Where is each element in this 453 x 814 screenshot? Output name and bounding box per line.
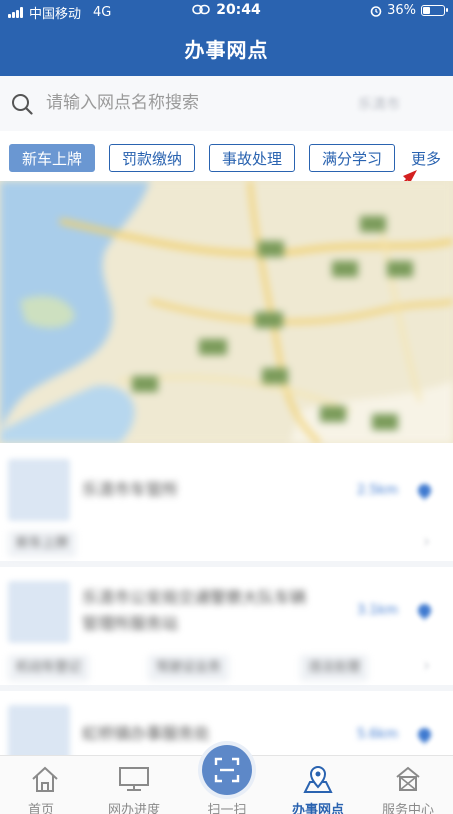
map-view[interactable] xyxy=(0,181,453,443)
nav-label: 办事网点 xyxy=(291,803,344,814)
outlet-thumbnail xyxy=(8,581,70,643)
link-icon xyxy=(192,4,211,15)
battery-icon xyxy=(421,5,448,16)
location-pin-icon xyxy=(415,481,434,500)
home-icon xyxy=(32,766,58,792)
tab-new-car-registration[interactable]: 新车上牌 xyxy=(9,144,95,172)
outlet-list: 乐清市车管所 2.5km 新车上牌 › 乐清市公安局交通警察大队车辆管理所服务站… xyxy=(0,443,453,755)
scan-icon xyxy=(214,757,240,783)
nav-label: 服务中心 xyxy=(381,803,434,814)
nav-outlets[interactable]: 办事网点 xyxy=(273,756,363,814)
outlet-distance: 5.6km xyxy=(357,727,398,742)
chevron-right-icon: › xyxy=(423,531,431,552)
search-bar: 乐清市 xyxy=(0,76,453,131)
service-chip: 驾驶证业务 xyxy=(148,655,230,681)
monitor-icon xyxy=(119,767,149,791)
network-type: 4G xyxy=(93,5,112,20)
page-title: 办事网点 xyxy=(184,38,269,62)
nav-home[interactable]: 首页 xyxy=(0,756,90,814)
search-icon xyxy=(12,94,33,115)
top-bar: 中国移动 4G 20:44 36% 办事网点 xyxy=(0,0,453,76)
search-input[interactable] xyxy=(46,88,346,118)
service-chip: 违法处理 xyxy=(300,655,369,681)
outlet-name: 乐清市公安局交通警察大队车辆管理所服务站 xyxy=(82,588,307,633)
nav-label: 扫一扫 xyxy=(207,803,247,814)
scan-button[interactable] xyxy=(202,745,252,795)
status-bar: 中国移动 4G 20:44 36% xyxy=(0,0,453,22)
service-center-icon xyxy=(396,766,420,791)
carrier-name: 中国移动 xyxy=(29,7,82,22)
outlet-name: 虹桥镇办事服务处 xyxy=(82,724,211,743)
list-item[interactable]: 乐清市公安局交通警察大队车辆管理所服务站 3.1km 机动车登记 驾驶证业务 违… xyxy=(0,567,453,685)
outlet-distance: 3.1km xyxy=(357,603,398,618)
outlet-name: 乐清市车管所 xyxy=(82,480,179,499)
nav-service-center[interactable]: 服务中心 xyxy=(363,756,453,814)
city-selector[interactable]: 乐清市 xyxy=(358,94,400,114)
outlet-thumbnail xyxy=(8,459,70,521)
clock: 20:44 xyxy=(216,2,261,18)
battery-percent: 36% xyxy=(387,3,416,18)
map-canvas xyxy=(0,181,453,443)
nav-label: 网办进度 xyxy=(107,803,160,814)
tab-fine-payment[interactable]: 罚款缴纳 xyxy=(109,144,195,172)
location-pin-icon xyxy=(415,601,434,620)
tab-accident-handling[interactable]: 事故处理 xyxy=(209,144,295,172)
service-chip: 新车上牌 xyxy=(8,531,77,557)
map-pin-icon xyxy=(303,766,333,793)
signal-icon xyxy=(8,7,23,18)
service-chip: 机动车登记 xyxy=(8,655,90,681)
chevron-right-icon: › xyxy=(423,655,431,676)
nav-label: 首页 xyxy=(27,803,54,814)
list-item[interactable]: 乐清市车管所 2.5km 新车上牌 › xyxy=(0,443,453,561)
outlet-distance: 2.5km xyxy=(357,483,398,498)
location-pin-icon xyxy=(415,725,434,744)
outlet-thumbnail xyxy=(8,705,70,755)
alarm-icon xyxy=(370,5,382,17)
nav-progress[interactable]: 网办进度 xyxy=(89,756,179,814)
